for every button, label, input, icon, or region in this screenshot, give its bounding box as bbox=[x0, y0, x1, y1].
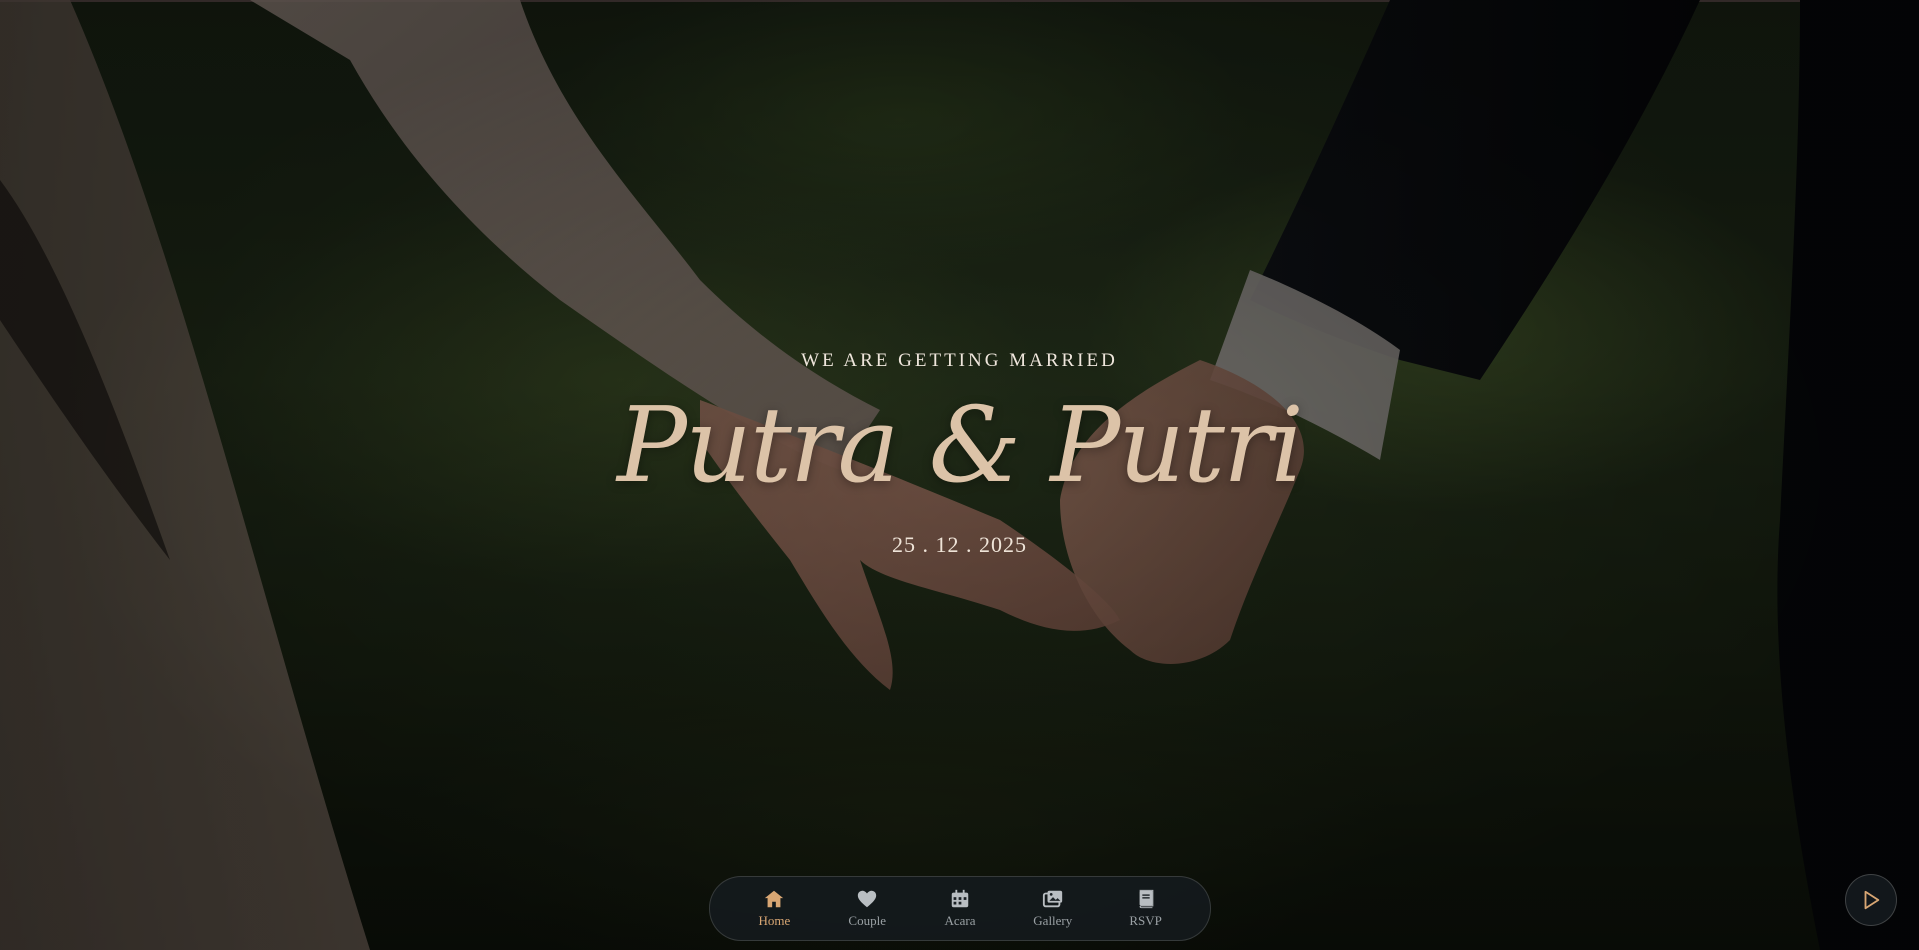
nav-label: RSVP bbox=[1129, 913, 1162, 928]
bottom-navigation: Home Couple Acara Gallery RSVP bbox=[709, 876, 1211, 941]
home-icon bbox=[765, 890, 784, 908]
nav-item-acara[interactable]: Acara bbox=[919, 888, 1001, 929]
calendar-icon bbox=[951, 889, 969, 908]
nav-label: Gallery bbox=[1033, 913, 1073, 928]
couple-names: Putra & Putri bbox=[617, 384, 1304, 506]
images-icon bbox=[1042, 890, 1062, 908]
nav-item-home[interactable]: Home bbox=[733, 888, 815, 929]
nav-item-gallery[interactable]: Gallery bbox=[1012, 888, 1094, 929]
nav-label: Home bbox=[758, 913, 791, 928]
book-icon bbox=[1139, 889, 1153, 909]
tagline: WE ARE GETTING MARRIED bbox=[801, 350, 1118, 371]
heart-icon bbox=[858, 890, 877, 908]
play-icon bbox=[1864, 890, 1880, 910]
wedding-date: 25 . 12 . 2025 bbox=[892, 532, 1027, 557]
nav-item-rsvp[interactable]: RSVP bbox=[1105, 888, 1187, 929]
nav-item-couple[interactable]: Couple bbox=[826, 888, 908, 929]
hero-content: WE ARE GETTING MARRIED Putra & Putri 25 … bbox=[0, 350, 1919, 558]
nav-label: Couple bbox=[848, 913, 886, 928]
music-play-button[interactable] bbox=[1845, 874, 1897, 926]
hero-section: WE ARE GETTING MARRIED Putra & Putri 25 … bbox=[0, 0, 1919, 950]
nav-label: Acara bbox=[944, 913, 976, 928]
